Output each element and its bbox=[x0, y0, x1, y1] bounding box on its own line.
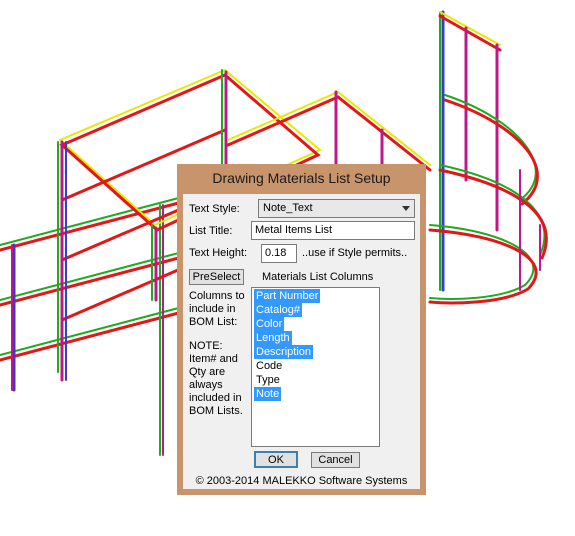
columns-help-text: Columns to include in BOM List: bbox=[189, 290, 245, 328]
ok-button[interactable]: OK bbox=[254, 451, 298, 468]
note-text: NOTE: Item# and Qty are always included … bbox=[189, 340, 243, 417]
text-style-dropdown[interactable]: Note_Text bbox=[258, 199, 415, 218]
list-item-length[interactable]: Length bbox=[254, 331, 292, 345]
list-item-description[interactable]: Description bbox=[254, 345, 314, 359]
text-height-label: Text Height: bbox=[189, 247, 248, 259]
list-item-type[interactable]: Type bbox=[254, 373, 282, 387]
text-style-value: Note_Text bbox=[263, 202, 313, 214]
cancel-button[interactable]: Cancel bbox=[311, 452, 360, 468]
list-item-code[interactable]: Code bbox=[254, 359, 284, 373]
chevron-down-icon bbox=[402, 206, 410, 211]
list-item-part-number[interactable]: Part Number bbox=[254, 289, 321, 303]
materials-columns-listbox[interactable]: Part Number Catalog# Color Length Descri… bbox=[251, 287, 380, 447]
list-item-catalog[interactable]: Catalog# bbox=[254, 303, 303, 317]
text-style-label: Text Style: bbox=[189, 203, 240, 215]
list-title-field[interactable]: Metal Items List bbox=[251, 221, 415, 240]
list-title-label: List Title: bbox=[189, 225, 233, 237]
preselect-button[interactable]: PreSelect bbox=[189, 269, 244, 285]
list-item-note[interactable]: Note bbox=[254, 387, 282, 401]
copyright-text: © 2003-2014 MALEKKO Software Systems bbox=[195, 475, 408, 487]
text-height-field[interactable]: 0.18 bbox=[261, 244, 297, 263]
materials-list-setup-dialog: Drawing Materials List Setup Text Style:… bbox=[177, 164, 426, 495]
curved-rails bbox=[428, 94, 548, 305]
text-height-hint: ..use if Style permits.. bbox=[302, 247, 408, 259]
columns-header: Materials List Columns bbox=[262, 271, 374, 283]
list-item-color[interactable]: Color bbox=[254, 317, 285, 331]
dialog-title: Drawing Materials List Setup bbox=[212, 170, 391, 186]
left-railing bbox=[0, 194, 192, 456]
dialog-body: Text Style: Note_Text List Title: Metal … bbox=[183, 194, 420, 489]
